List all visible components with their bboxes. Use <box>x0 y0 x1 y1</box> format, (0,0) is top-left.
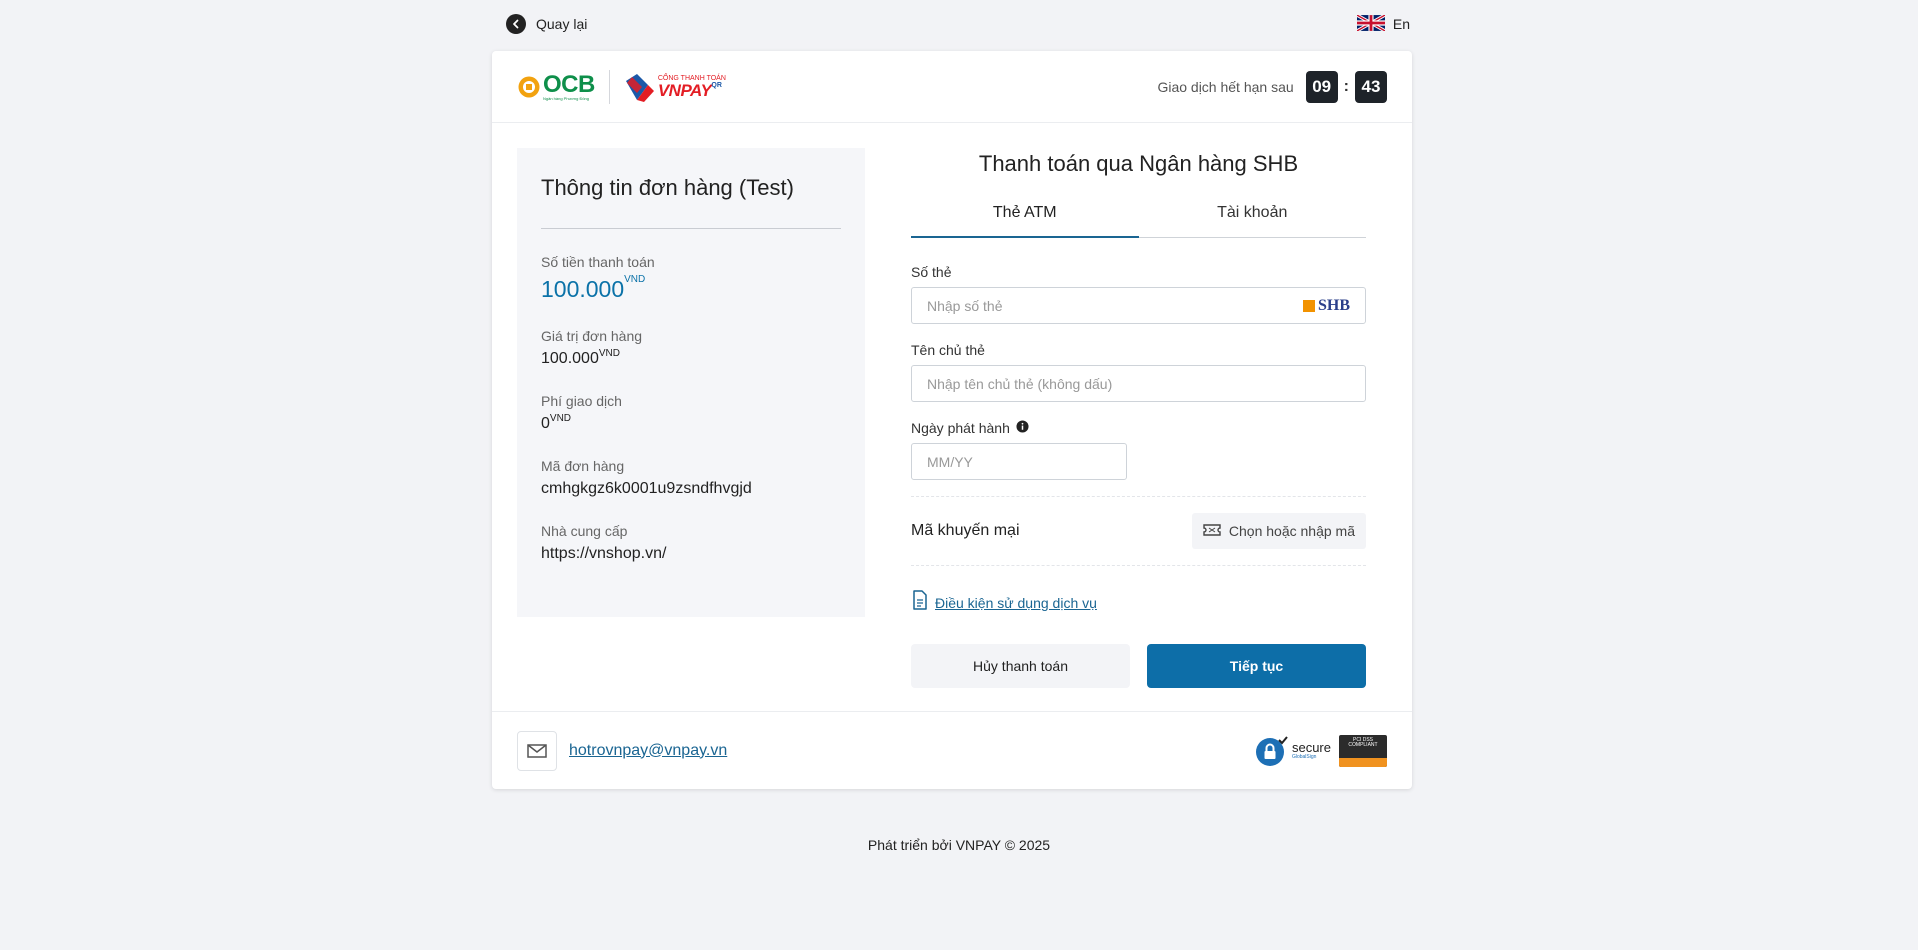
security-badges: secure GlobalSign PCI DSS COMPLIANT <box>1254 734 1387 768</box>
vnpay-qr: QR <box>711 81 722 89</box>
brand-logos: OCB Ngân hàng Phương Đông CỔNG THANH TOÁ… <box>517 69 726 104</box>
fee-value: 0VND <box>541 413 572 432</box>
tab-account[interactable]: Tài khoản <box>1139 197 1367 237</box>
timer-minutes: 09 <box>1305 70 1338 103</box>
payment-tabs: Thẻ ATM Tài khoản <box>911 197 1366 238</box>
globalsign-label: GlobalSign <box>1291 754 1317 760</box>
chevron-left-icon <box>506 14 526 34</box>
order-id: cmhgkgz6k0001u9zsndfhvgjd <box>541 480 752 497</box>
top-bar: Quay lại En <box>506 12 1410 36</box>
shb-logo: SHB <box>1302 297 1350 315</box>
promo-label: Mã khuyến mại <box>911 522 1020 539</box>
card-footer: hotrovnpay@vnpay.vn secure GlobalSign PC… <box>492 711 1412 789</box>
terms-link[interactable]: Điều kiện sử dụng dịch vụ <box>935 595 1097 611</box>
order-id-block: Mã đơn hàng cmhgkgz6k0001u9zsndfhvgjd <box>541 458 841 498</box>
promo-button-label: Chọn hoặc nhập mã <box>1228 523 1355 539</box>
language-label: En <box>1392 16 1410 32</box>
uk-flag-icon <box>1356 13 1386 34</box>
promo-row: Mã khuyến mại Chọn hoặc nhập mã <box>911 496 1366 566</box>
support-contact: hotrovnpay@vnpay.vn <box>517 730 727 771</box>
support-email-link[interactable]: hotrovnpay@vnpay.vn <box>569 742 727 760</box>
pci-dss-badge: PCI DSS COMPLIANT <box>1339 734 1387 767</box>
payment-title: Thanh toán qua Ngân hàng SHB <box>978 151 1299 176</box>
amount-block: Số tiền thanh toán 100.000VND <box>541 254 841 303</box>
holder-name-input[interactable]: Nhập tên chủ thẻ (không dấu) <box>911 365 1366 402</box>
back-button[interactable]: Quay lại <box>506 14 587 34</box>
order-value-label: Giá trị đơn hàng <box>541 328 643 344</box>
timer-separator: : <box>1343 77 1349 95</box>
order-value-block: Giá trị đơn hàng 100.000VND <box>541 328 841 368</box>
amount-label: Số tiền thanh toán <box>541 254 655 270</box>
language-switch[interactable]: En <box>1356 13 1410 34</box>
payment-form: Thanh toán qua Ngân hàng SHB Thẻ ATM Tài… <box>911 148 1366 688</box>
order-id-label: Mã đơn hàng <box>541 458 625 474</box>
issue-date-label-row: Ngày phát hành <box>911 420 1366 436</box>
provider-label: Nhà cung cấp <box>541 523 628 539</box>
lock-icon <box>1255 735 1288 766</box>
vnpay-logo: CỔNG THANH TOÁN VNPAY QR <box>624 71 726 103</box>
issue-date-input[interactable]: MM/YY <box>911 443 1127 480</box>
order-info-panel: Thông tin đơn hàng (Test) Số tiền thanh … <box>517 148 865 617</box>
document-icon <box>911 590 929 615</box>
expiry-label: Giao dịch hết hạn sau <box>1157 78 1294 95</box>
fee-block: Phí giao dịch 0VND <box>541 393 841 433</box>
promo-code-button[interactable]: Chọn hoặc nhập mã <box>1191 513 1366 549</box>
issue-date-placeholder: MM/YY <box>927 453 973 470</box>
payment-card: OCB Ngân hàng Phương Đông CỔNG THANH TOÁ… <box>492 51 1412 789</box>
amount-value: 100.000VND <box>541 274 646 302</box>
ocb-tagline: Ngân hàng Phương Đông <box>543 95 589 101</box>
ocb-brand: OCB <box>543 70 595 98</box>
info-icon[interactable] <box>1016 420 1029 436</box>
provider-block: Nhà cung cấp https://vnshop.vn/ <box>541 523 841 563</box>
shb-mark-icon <box>1302 299 1315 312</box>
ticket-icon <box>1203 523 1221 539</box>
pci-label: PCI DSS COMPLIANT <box>1348 736 1378 748</box>
copyright: Phát triển bởi VNPAY © 2025 <box>867 837 1051 853</box>
form-actions: Hủy thanh toán Tiếp tục <box>911 644 1366 688</box>
card-number-input[interactable]: Nhập số thẻ SHB <box>911 287 1366 324</box>
holder-name-placeholder: Nhập tên chủ thẻ (không dấu) <box>927 375 1113 392</box>
card-header: OCB Ngân hàng Phương Đông CỔNG THANH TOÁ… <box>492 51 1412 123</box>
globalsign-secure-badge: secure GlobalSign <box>1254 734 1331 768</box>
timer-seconds: 43 <box>1355 70 1387 103</box>
order-value: 100.000VND <box>541 348 620 367</box>
mail-icon <box>517 730 557 771</box>
vnpay-brand: VNPAY <box>657 80 712 100</box>
order-title: Thông tin đơn hàng (Test) <box>541 175 841 229</box>
tab-atm-card[interactable]: Thẻ ATM <box>911 197 1139 238</box>
card-number-label: Số thẻ <box>911 264 952 280</box>
secure-label: secure <box>1291 740 1331 755</box>
fee-label: Phí giao dịch <box>541 393 622 409</box>
issue-date-label: Ngày phát hành <box>911 420 1010 436</box>
ocb-logo: OCB Ngân hàng Phương Đông <box>517 70 595 101</box>
back-label: Quay lại <box>536 16 588 32</box>
cancel-payment-button[interactable]: Hủy thanh toán <box>911 644 1130 688</box>
terms-row: Điều kiện sử dụng dịch vụ <box>911 590 1366 615</box>
card-number-placeholder: Nhập số thẻ <box>927 297 1003 314</box>
logo-divider <box>608 69 610 104</box>
provider-value: https://vnshop.vn/ <box>541 545 667 562</box>
continue-button[interactable]: Tiếp tục <box>1147 644 1366 688</box>
holder-name-label: Tên chủ thẻ <box>911 342 985 358</box>
expiry-timer: Giao dịch hết hạn sau 09 : 43 <box>1157 70 1387 103</box>
